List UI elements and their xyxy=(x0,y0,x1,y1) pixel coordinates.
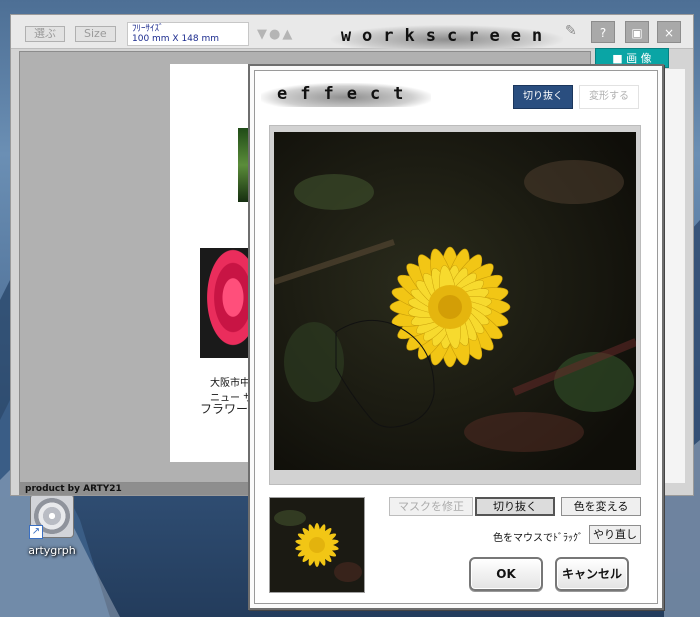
mask-fix-button[interactable]: マスクを修正 xyxy=(389,497,473,516)
page-caption-2: フラワー xyxy=(200,402,249,416)
drag-hint-label: 色をマウスでﾄﾞﾗｯｸﾞ xyxy=(493,533,583,544)
triangle-up-icon[interactable]: ▲ xyxy=(282,27,294,42)
workscreen-logo: workscreen xyxy=(331,25,563,49)
cancel-button[interactable]: キャンセル xyxy=(555,557,629,591)
change-color-button[interactable]: 色を変える xyxy=(561,497,641,516)
dandelion-image xyxy=(274,132,636,470)
photo-frame xyxy=(269,125,641,485)
preview-thumbnail xyxy=(269,497,365,593)
crop-button[interactable]: 切り抜く xyxy=(475,497,555,516)
effect-dialog-body: effect 切り抜く 変形する マスクを修正 切り抜く 色を変える 色をマウス… xyxy=(254,70,658,604)
circle-icon[interactable]: ● xyxy=(269,27,282,42)
page-caption-1a: 大阪市中 xyxy=(210,378,250,389)
pencil-icon[interactable]: ✎ xyxy=(565,23,581,43)
artygrph-app-icon: ↗ xyxy=(29,494,74,539)
effect-dialog: effect 切り抜く 変形する マスクを修正 切り抜く 色を変える 色をマウス… xyxy=(248,64,664,610)
mode-transform-button[interactable]: 変形する xyxy=(579,85,639,109)
close-button[interactable]: × xyxy=(657,21,681,43)
desktop-icon-artygrph[interactable]: ↗ artygrph xyxy=(22,494,82,557)
help-button[interactable]: ? xyxy=(591,21,615,43)
workscreen-toolbar: 選ぶ Size ﾌﾘｰｻｲｽﾞ 100 mm X 148 mm ▼●▲ work… xyxy=(11,15,693,49)
ok-button[interactable]: OK xyxy=(469,557,543,591)
preview-thumbnail-image xyxy=(270,498,364,592)
shape-tools: ▼●▲ xyxy=(257,27,294,42)
size-button[interactable]: Size xyxy=(75,26,116,42)
mode-crop-button[interactable]: 切り抜く xyxy=(513,85,573,109)
select-button[interactable]: 選ぶ xyxy=(25,26,65,42)
triangle-down-icon[interactable]: ▼ xyxy=(257,27,269,42)
size-info: ﾌﾘｰｻｲｽﾞ 100 mm X 148 mm xyxy=(127,22,249,46)
effect-logo: effect xyxy=(261,83,431,107)
redo-button[interactable]: やり直し xyxy=(589,525,641,544)
size-info-name: ﾌﾘｰｻｲｽﾞ xyxy=(132,24,164,34)
desktop-icon-label: artygrph xyxy=(28,544,76,557)
window-mode-icon[interactable]: ▣ xyxy=(625,21,649,43)
shortcut-arrow-icon: ↗ xyxy=(29,525,43,539)
size-info-dimensions: 100 mm X 148 mm xyxy=(132,34,220,44)
dandelion-photo[interactable] xyxy=(274,132,636,470)
